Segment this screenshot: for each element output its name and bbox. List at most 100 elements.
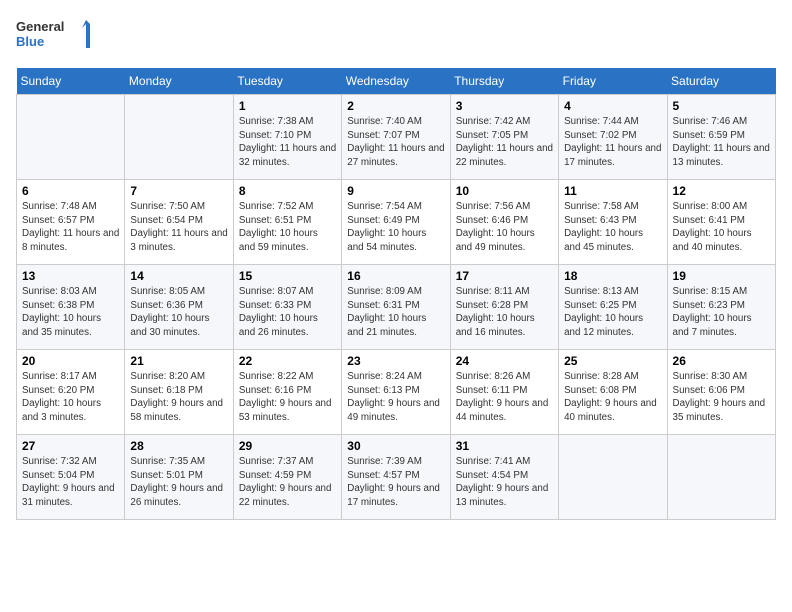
calendar-cell: 17 Sunrise: 8:11 AM Sunset: 6:28 PM Dayli… xyxy=(450,265,558,350)
calendar-cell: 5 Sunrise: 7:46 AM Sunset: 6:59 PM Daylig… xyxy=(667,95,775,180)
day-number: 29 xyxy=(239,439,336,453)
calendar-cell: 26Sunrise: 8:30 AM Sunset: 6:06 PM Dayli… xyxy=(667,350,775,435)
svg-text:General: General xyxy=(16,19,64,34)
calendar-cell: 10Sunrise: 7:56 AM Sunset: 6:46 PM Dayli… xyxy=(450,180,558,265)
day-info: Sunrise: 8:09 AM Sunset: 6:31 PM Dayligh… xyxy=(347,285,444,340)
calendar-cell: 30 Sunrise: 7:39 AM Sunset: 4:57 PM Dayli… xyxy=(342,435,450,520)
weekday-header-tuesday: Tuesday xyxy=(233,68,341,95)
day-info: Sunrise: 7:32 AM Sunset: 5:04 PM Dayligh… xyxy=(22,455,119,510)
day-number: 11 xyxy=(564,184,661,198)
day-number: 23 xyxy=(347,354,444,368)
svg-text:Blue: Blue xyxy=(16,34,44,49)
day-info: Sunrise: 7:58 AM Sunset: 6:43 PM Dayligh… xyxy=(564,200,661,255)
day-info: Sunrise: 7:38 AM Sunset: 7:10 PM Dayligh… xyxy=(239,115,336,170)
calendar-cell: 19 Sunrise: 8:15 AM Sunset: 6:23 PM Dayli… xyxy=(667,265,775,350)
calendar-cell: 24Sunrise: 8:26 AM Sunset: 6:11 PM Dayli… xyxy=(450,350,558,435)
logo: General Blue xyxy=(16,16,96,56)
calendar-cell: 23 Sunrise: 8:24 AM Sunset: 6:13 PM Dayli… xyxy=(342,350,450,435)
weekday-header-wednesday: Wednesday xyxy=(342,68,450,95)
calendar-cell xyxy=(559,435,667,520)
day-info: Sunrise: 7:48 AM Sunset: 6:57 PM Dayligh… xyxy=(22,200,119,255)
day-number: 19 xyxy=(673,269,770,283)
day-info: Sunrise: 7:56 AM Sunset: 6:46 PM Dayligh… xyxy=(456,200,553,255)
day-info: Sunrise: 8:00 AM Sunset: 6:41 PM Dayligh… xyxy=(673,200,770,255)
calendar-cell xyxy=(667,435,775,520)
calendar-cell xyxy=(125,95,233,180)
day-info: Sunrise: 7:44 AM Sunset: 7:02 PM Dayligh… xyxy=(564,115,661,170)
day-info: Sunrise: 7:54 AM Sunset: 6:49 PM Dayligh… xyxy=(347,200,444,255)
day-number: 26 xyxy=(673,354,770,368)
calendar-cell: 7 Sunrise: 7:50 AM Sunset: 6:54 PM Daylig… xyxy=(125,180,233,265)
calendar-cell xyxy=(17,95,125,180)
calendar-cell: 28 Sunrise: 7:35 AM Sunset: 5:01 PM Dayli… xyxy=(125,435,233,520)
day-info: Sunrise: 7:35 AM Sunset: 5:01 PM Dayligh… xyxy=(130,455,227,510)
calendar-cell: 25 Sunrise: 8:28 AM Sunset: 6:08 PM Dayli… xyxy=(559,350,667,435)
calendar-cell: 6 Sunrise: 7:48 AM Sunset: 6:57 PM Daylig… xyxy=(17,180,125,265)
day-number: 4 xyxy=(564,99,661,113)
day-info: Sunrise: 8:28 AM Sunset: 6:08 PM Dayligh… xyxy=(564,370,661,425)
day-number: 16 xyxy=(347,269,444,283)
day-number: 13 xyxy=(22,269,119,283)
calendar-cell: 12 Sunrise: 8:00 AM Sunset: 6:41 PM Dayli… xyxy=(667,180,775,265)
calendar-cell: 3 Sunrise: 7:42 AM Sunset: 7:05 PM Daylig… xyxy=(450,95,558,180)
day-number: 21 xyxy=(130,354,227,368)
day-info: Sunrise: 8:11 AM Sunset: 6:28 PM Dayligh… xyxy=(456,285,553,340)
day-info: Sunrise: 7:37 AM Sunset: 4:59 PM Dayligh… xyxy=(239,455,336,510)
calendar-cell: 20Sunrise: 8:17 AM Sunset: 6:20 PM Dayli… xyxy=(17,350,125,435)
day-number: 31 xyxy=(456,439,553,453)
day-info: Sunrise: 8:03 AM Sunset: 6:38 PM Dayligh… xyxy=(22,285,119,340)
calendar-cell: 11 Sunrise: 7:58 AM Sunset: 6:43 PM Dayli… xyxy=(559,180,667,265)
day-number: 2 xyxy=(347,99,444,113)
day-info: Sunrise: 7:50 AM Sunset: 6:54 PM Dayligh… xyxy=(130,200,227,255)
day-info: Sunrise: 8:13 AM Sunset: 6:25 PM Dayligh… xyxy=(564,285,661,340)
day-info: Sunrise: 7:40 AM Sunset: 7:07 PM Dayligh… xyxy=(347,115,444,170)
day-number: 28 xyxy=(130,439,227,453)
day-number: 22 xyxy=(239,354,336,368)
day-info: Sunrise: 7:52 AM Sunset: 6:51 PM Dayligh… xyxy=(239,200,336,255)
day-info: Sunrise: 8:05 AM Sunset: 6:36 PM Dayligh… xyxy=(130,285,227,340)
calendar-cell: 31 Sunrise: 7:41 AM Sunset: 4:54 PM Dayli… xyxy=(450,435,558,520)
calendar-cell: 27Sunrise: 7:32 AM Sunset: 5:04 PM Dayli… xyxy=(17,435,125,520)
calendar-cell: 22 Sunrise: 8:22 AM Sunset: 6:16 PM Dayli… xyxy=(233,350,341,435)
day-number: 24 xyxy=(456,354,553,368)
day-number: 9 xyxy=(347,184,444,198)
weekday-header-friday: Friday xyxy=(559,68,667,95)
day-number: 30 xyxy=(347,439,444,453)
day-number: 20 xyxy=(22,354,119,368)
day-number: 18 xyxy=(564,269,661,283)
calendar-cell: 1 Sunrise: 7:38 AM Sunset: 7:10 PM Daylig… xyxy=(233,95,341,180)
calendar-cell: 9 Sunrise: 7:54 AM Sunset: 6:49 PM Daylig… xyxy=(342,180,450,265)
day-info: Sunrise: 8:15 AM Sunset: 6:23 PM Dayligh… xyxy=(673,285,770,340)
calendar-cell: 16 Sunrise: 8:09 AM Sunset: 6:31 PM Dayli… xyxy=(342,265,450,350)
day-info: Sunrise: 8:22 AM Sunset: 6:16 PM Dayligh… xyxy=(239,370,336,425)
page-header: General Blue xyxy=(16,16,776,56)
day-info: Sunrise: 7:41 AM Sunset: 4:54 PM Dayligh… xyxy=(456,455,553,510)
calendar-cell: 4 Sunrise: 7:44 AM Sunset: 7:02 PM Daylig… xyxy=(559,95,667,180)
calendar-cell: 13 Sunrise: 8:03 AM Sunset: 6:38 PM Dayli… xyxy=(17,265,125,350)
day-info: Sunrise: 8:07 AM Sunset: 6:33 PM Dayligh… xyxy=(239,285,336,340)
weekday-header-monday: Monday xyxy=(125,68,233,95)
calendar-cell: 15Sunrise: 8:07 AM Sunset: 6:33 PM Dayli… xyxy=(233,265,341,350)
day-info: Sunrise: 7:42 AM Sunset: 7:05 PM Dayligh… xyxy=(456,115,553,170)
day-number: 5 xyxy=(673,99,770,113)
day-info: Sunrise: 8:24 AM Sunset: 6:13 PM Dayligh… xyxy=(347,370,444,425)
calendar-cell: 29 Sunrise: 7:37 AM Sunset: 4:59 PM Dayli… xyxy=(233,435,341,520)
day-number: 17 xyxy=(456,269,553,283)
day-info: Sunrise: 7:39 AM Sunset: 4:57 PM Dayligh… xyxy=(347,455,444,510)
day-number: 6 xyxy=(22,184,119,198)
calendar-cell: 8 Sunrise: 7:52 AM Sunset: 6:51 PM Daylig… xyxy=(233,180,341,265)
calendar-cell: 18 Sunrise: 8:13 AM Sunset: 6:25 PM Dayli… xyxy=(559,265,667,350)
day-number: 8 xyxy=(239,184,336,198)
weekday-header-thursday: Thursday xyxy=(450,68,558,95)
day-number: 14 xyxy=(130,269,227,283)
day-number: 7 xyxy=(130,184,227,198)
day-info: Sunrise: 7:46 AM Sunset: 6:59 PM Dayligh… xyxy=(673,115,770,170)
calendar-cell: 14 Sunrise: 8:05 AM Sunset: 6:36 PM Dayli… xyxy=(125,265,233,350)
day-number: 25 xyxy=(564,354,661,368)
weekday-header-sunday: Sunday xyxy=(17,68,125,95)
day-number: 12 xyxy=(673,184,770,198)
logo-svg: General Blue xyxy=(16,16,96,56)
day-number: 1 xyxy=(239,99,336,113)
calendar-table: SundayMondayTuesdayWednesdayThursdayFrid… xyxy=(16,68,776,520)
day-number: 3 xyxy=(456,99,553,113)
